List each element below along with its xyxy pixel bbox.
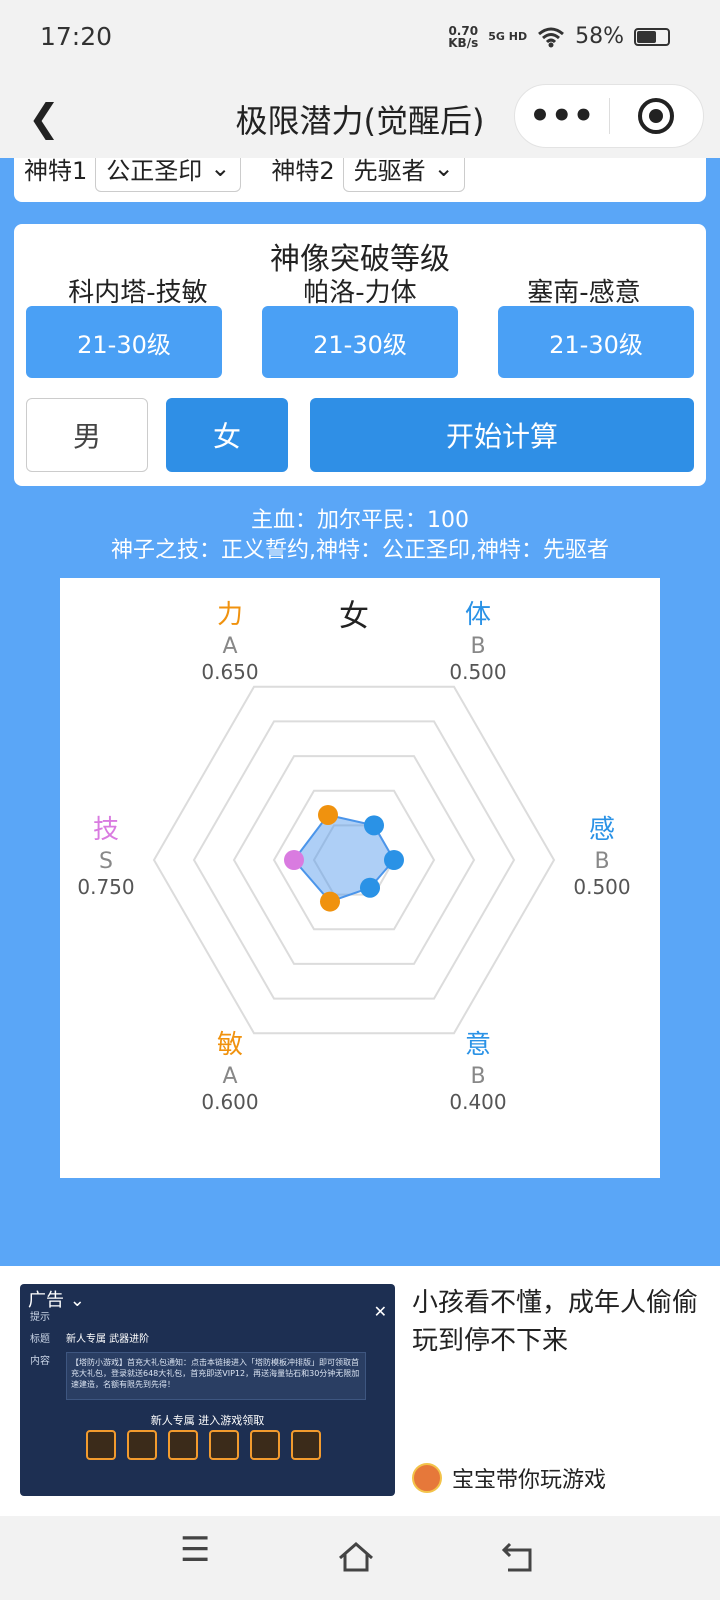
axis-grade: B: [594, 849, 609, 874]
trait1-select[interactable]: 公正圣印 ⌄: [95, 158, 242, 192]
calculate-button[interactable]: 开始计算: [310, 398, 694, 472]
god-level-button-3[interactable]: 21-30级: [498, 306, 694, 378]
miniprogram-capsule: •••: [514, 84, 704, 148]
status-time: 17:20: [40, 22, 113, 51]
weapon-icon: [86, 1430, 116, 1460]
god-level-button-1[interactable]: 21-30级: [26, 306, 222, 378]
trait1-label: 神特1: [24, 158, 88, 185]
chevron-down-icon: ⌄: [210, 158, 231, 182]
axis-name: 力: [217, 600, 243, 630]
ad-author-name: 宝宝带你玩游戏: [452, 1468, 607, 1493]
chart-title: 女: [339, 599, 369, 634]
weapon-icon: [209, 1430, 239, 1460]
ad-banner[interactable]: 广告 ⌄ ✕ 提示 标题 新人专属 武器进阶 内容 【塔防小游戏】首充大礼包通知…: [0, 1266, 720, 1516]
target-icon[interactable]: [610, 98, 704, 134]
ad-image[interactable]: 广告 ⌄ ✕ 提示 标题 新人专属 武器进阶 内容 【塔防小游戏】首充大礼包通知…: [20, 1284, 395, 1496]
ad-author[interactable]: 宝宝带你玩游戏: [412, 1462, 606, 1494]
close-icon[interactable]: ✕: [374, 1302, 387, 1321]
axis-name: 感: [589, 815, 615, 845]
nav-bar: ❮ 极限潜力(觉醒后) •••: [0, 78, 720, 158]
chevron-down-icon: ⌄: [69, 1290, 85, 1311]
axis-grade: A: [222, 1064, 237, 1089]
axis-name: 体: [465, 600, 491, 630]
trait2-select[interactable]: 先驱者 ⌄: [342, 158, 465, 192]
main-blood-info: 主血：加尔平民：100: [251, 508, 469, 533]
trait2-label: 神特2: [271, 158, 335, 185]
ad-title-label: 标题: [30, 1334, 50, 1345]
ad-weapon-icons: [86, 1430, 321, 1460]
radar-point-技: [284, 850, 304, 870]
god-label-3: 塞南-感意: [527, 278, 641, 308]
axis-grade: B: [470, 1064, 485, 1089]
ad-promo-text: 新人专属 进入游戏领取: [150, 1414, 265, 1427]
radar-chart-card: 女力 A 0.650 体 B 0.500 感 B 0.500 意 B 0.400 敏 A 0.600 技 S 0.…: [60, 578, 660, 1178]
axis-grade: B: [470, 634, 485, 659]
radar-point-体: [364, 815, 384, 836]
axis-value: 0.750: [77, 875, 134, 899]
god-label-1: 科内塔-技敏: [68, 278, 208, 308]
axis-value: 0.500: [573, 875, 630, 899]
ad-content-panel: 【塔防小游戏】首充大礼包通知：点击本链接进入「塔防模板冲排版」即可领取首充大礼包…: [66, 1352, 366, 1400]
trait2-value: 先驱者: [353, 158, 426, 185]
ad-headline[interactable]: 小孩看不懂，成年人偷偷玩到停不下来: [412, 1284, 712, 1360]
weapon-icon: [291, 1430, 321, 1460]
weapon-icon: [250, 1430, 280, 1460]
ad-dialog-header: 提示: [30, 1312, 50, 1323]
radar-point-敏: [320, 891, 340, 912]
home-icon[interactable]: [336, 1540, 376, 1574]
battery-icon: [634, 27, 670, 46]
gender-female-button[interactable]: 女: [166, 398, 288, 472]
back-icon[interactable]: [500, 1540, 540, 1574]
axis-value: 0.400: [449, 1090, 506, 1114]
signal-icon: 5G HD: [488, 30, 528, 43]
skills-info: 神子之技：正义誓约,神特：公正圣印,神特：先驱者: [111, 538, 609, 563]
trait-selector-card: 神特1 公正圣印 ⌄ 神特2 先驱者 ⌄: [14, 158, 706, 202]
axis-name: 意: [465, 1030, 491, 1060]
battery-percent: 58%: [575, 24, 624, 49]
status-bar: 17:20 0.70 KB/s 5G HD 58%: [0, 0, 720, 78]
breakthrough-card: 神像突破等级 科内塔-技敏 帕洛-力体 塞南-感意 21-30级 21-30级 …: [14, 224, 706, 486]
avatar: [412, 1463, 442, 1493]
axis-value: 0.500: [449, 660, 506, 684]
axis-grade: A: [222, 634, 237, 659]
menu-icon[interactable]: ☰: [180, 1530, 210, 1570]
radar-point-感: [384, 850, 404, 870]
weapon-icon: [127, 1430, 157, 1460]
weapon-icon: [168, 1430, 198, 1460]
status-indicators: 0.70 KB/s 5G HD 58%: [448, 24, 670, 49]
wifi-icon: [538, 27, 565, 47]
radar-point-意: [360, 877, 380, 898]
ad-title-value: 新人专属 武器进阶: [66, 1334, 150, 1345]
radar-point-力: [318, 804, 338, 825]
axis-name: 技: [93, 815, 119, 845]
trait1-value: 公正圣印: [106, 158, 203, 185]
radar-chart: 女力A0.650体B0.500感B0.500意B0.400敏A0.600技S0.…: [77, 599, 630, 1114]
more-icon[interactable]: •••: [515, 99, 609, 133]
ad-content-label: 内容: [30, 1356, 50, 1367]
chevron-down-icon: ⌄: [433, 158, 454, 182]
gender-male-button[interactable]: 男: [26, 398, 148, 472]
axis-grade: S: [99, 849, 113, 874]
network-speed: 0.70 KB/s: [448, 23, 479, 50]
axis-value: 0.650: [201, 660, 258, 684]
god-label-2: 帕洛-力体: [303, 278, 417, 308]
axis-value: 0.600: [201, 1090, 258, 1114]
axis-name: 敏: [217, 1030, 243, 1060]
system-nav-bar: ☰: [0, 1516, 720, 1600]
god-level-button-2[interactable]: 21-30级: [262, 306, 458, 378]
